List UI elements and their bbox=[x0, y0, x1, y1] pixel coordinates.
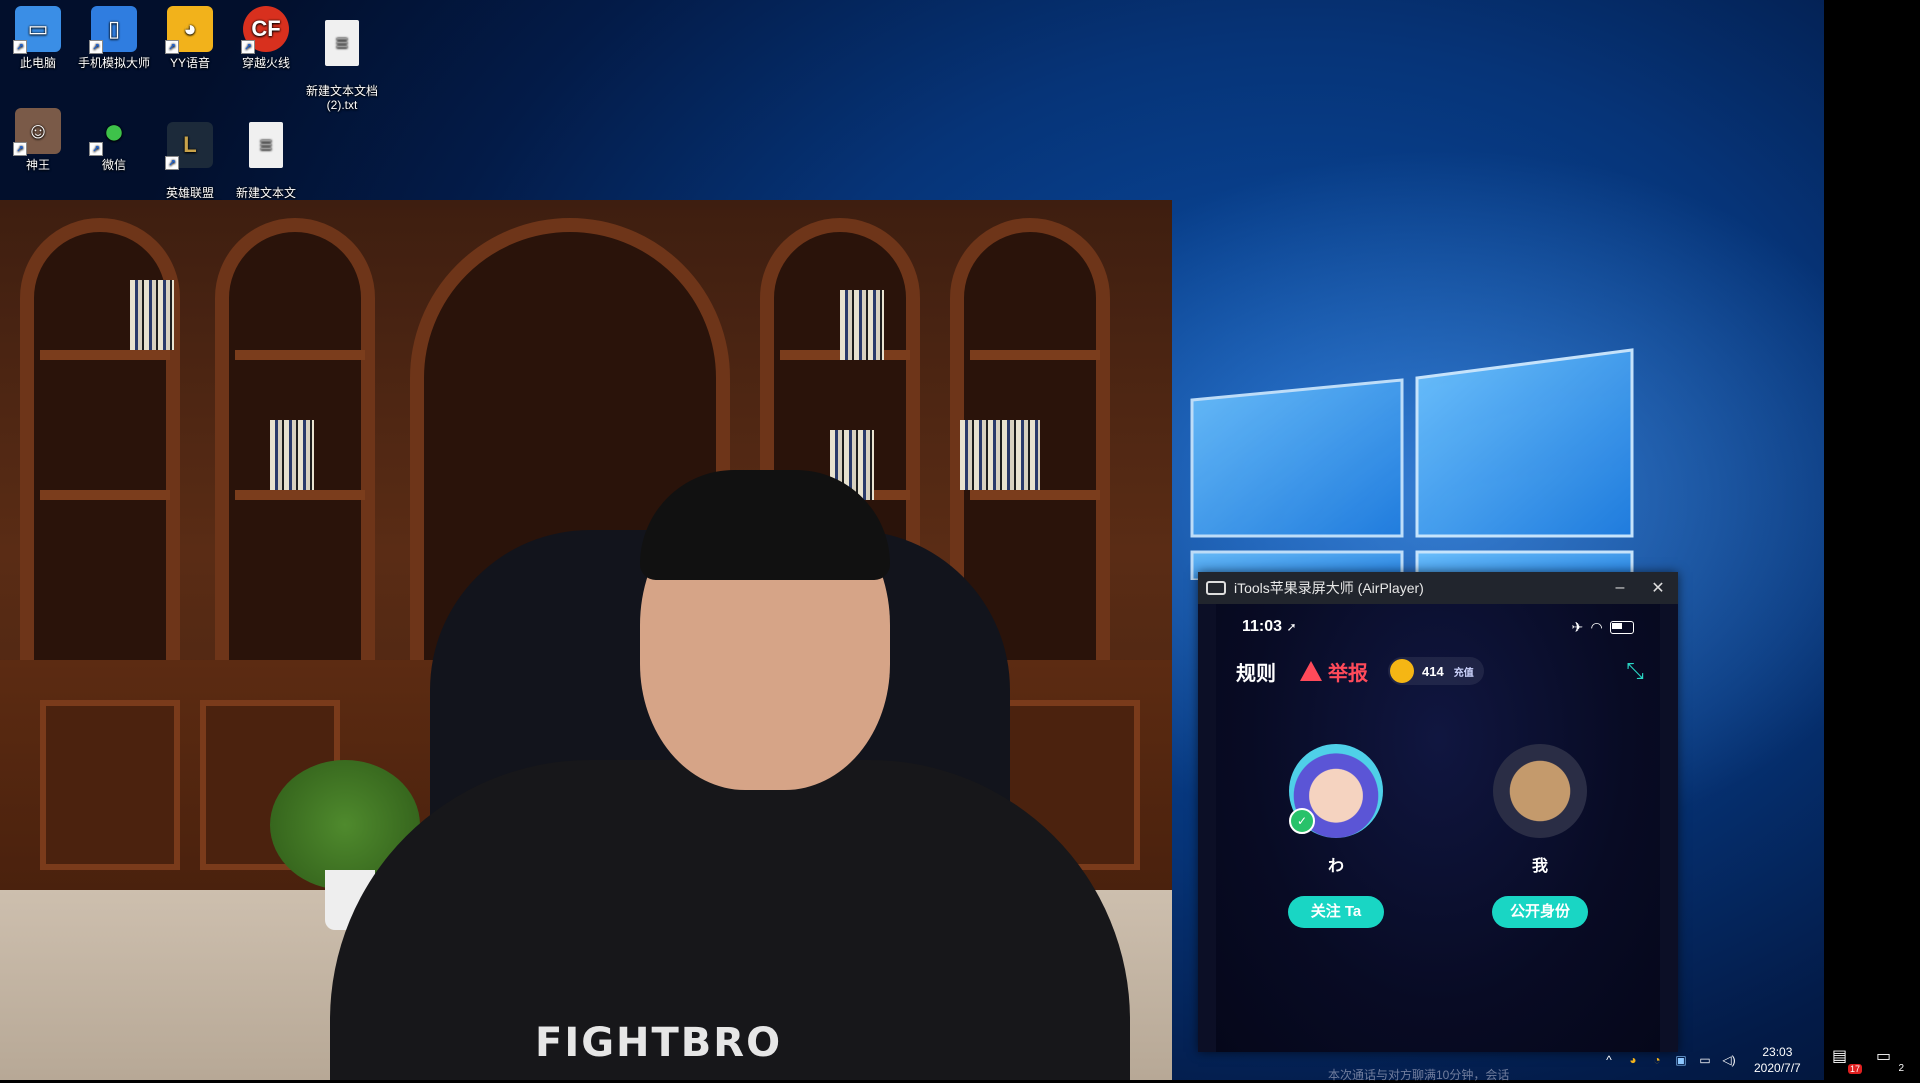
desktop-icon-label: 神王 bbox=[25, 158, 50, 172]
books bbox=[270, 420, 314, 490]
screen-edge-strip bbox=[1824, 0, 1920, 1080]
partner-name: わ bbox=[1327, 858, 1344, 875]
phone-screen: 11:03 ➚ ✈ ◠ 规则 举报 414 充值 ⤡ ✓ わ 关注 Ta 我 公… bbox=[1216, 604, 1660, 1052]
call-hint-text: 本次通话与对方聊满10分钟，会话 bbox=[1328, 1068, 1510, 1082]
self-user-card: 我 公开身份 bbox=[1470, 744, 1610, 928]
taskbar-clock[interactable]: 23:03 2020/7/7 bbox=[1754, 1044, 1801, 1076]
cabinet-door bbox=[40, 700, 180, 870]
crossfire-icon: CF ↗ bbox=[241, 6, 289, 54]
shelf bbox=[40, 350, 170, 360]
shelf bbox=[235, 350, 365, 360]
desktop-icon-god-king[interactable]: ☺ ↗ 神王 bbox=[0, 108, 76, 172]
status-icons: ✈ ◠ bbox=[1571, 619, 1634, 636]
desktop-icon-lol-wegame[interactable]: L↗ 英雄联盟 WeGame版 bbox=[152, 108, 228, 214]
report-label: 举报 bbox=[1328, 662, 1368, 685]
shelf bbox=[235, 490, 365, 500]
call-top-bar: 规则 举报 414 充值 bbox=[1236, 656, 1640, 686]
computer-icon: ▭ ↗ bbox=[13, 6, 61, 54]
wechat-icon: ● ↗ bbox=[89, 108, 137, 156]
coin-balance[interactable]: 414 充值 bbox=[1388, 657, 1484, 685]
partner-avatar[interactable]: ✓ bbox=[1289, 744, 1383, 838]
battery-icon bbox=[1610, 620, 1634, 634]
shelf bbox=[970, 490, 1100, 500]
system-tray: ^ ◕ ◔ ▣ ▭ ◁) 23:03 2020/7/7 bbox=[1600, 1040, 1824, 1080]
text-file-icon: ≡ bbox=[249, 122, 283, 168]
shirt-logo-text: FIGHTBRO bbox=[535, 1020, 783, 1066]
recharge-label: 充值 bbox=[1453, 667, 1474, 679]
coin-count: 414 bbox=[1422, 663, 1444, 679]
minimize-call-icon[interactable]: ⤡ bbox=[1622, 658, 1648, 684]
desktop-icon-label: 穿越火线 bbox=[241, 56, 290, 70]
show-hidden-icons-button[interactable]: ^ bbox=[1600, 1051, 1618, 1069]
follow-button[interactable]: 关注 Ta bbox=[1288, 896, 1384, 928]
clock-time: 23:03 bbox=[1762, 1045, 1793, 1059]
desktop-icon-wechat[interactable]: ● ↗ 微信 bbox=[76, 108, 152, 172]
desktop-icon-phone-emulator[interactable]: ▯ ↗ 手机模拟大师 bbox=[76, 6, 152, 70]
report-button[interactable]: 举报 bbox=[1300, 657, 1368, 686]
desktop-icon-yy-voice[interactable]: ◕ ↗ YY语音 bbox=[152, 6, 228, 70]
books bbox=[840, 290, 884, 360]
desktop-icon-label: 微信 bbox=[101, 158, 126, 172]
webcam-feed: FIGHTBRO bbox=[0, 200, 1172, 1080]
location-icon: ➚ bbox=[1286, 620, 1297, 634]
window-title: iTools苹果录屏大师 (AirPlayer) bbox=[1234, 580, 1424, 596]
phone-emulator-icon: ▯ ↗ bbox=[89, 6, 137, 54]
self-avatar-paperbag[interactable] bbox=[1493, 744, 1587, 838]
window-titlebar[interactable]: iTools苹果录屏大师 (AirPlayer) – ✕ bbox=[1198, 572, 1678, 604]
desktop-icon-label: 新建文本文档 (2).txt bbox=[305, 84, 378, 112]
desktop-icon-crossfire[interactable]: CF ↗ 穿越火线 bbox=[228, 6, 304, 70]
screen-mirror-icon bbox=[1206, 581, 1226, 595]
status-time: 11:03 bbox=[1242, 618, 1283, 635]
action-center-count: 2 bbox=[1898, 1063, 1904, 1074]
shelf bbox=[970, 350, 1100, 360]
notification-count-badge: 17 bbox=[1847, 1064, 1862, 1074]
reveal-identity-button[interactable]: 公开身份 bbox=[1492, 896, 1588, 928]
warning-icon bbox=[1300, 661, 1322, 681]
close-button[interactable]: ✕ bbox=[1640, 572, 1676, 604]
network-icon[interactable]: ▭ bbox=[1696, 1051, 1714, 1069]
windows-logo bbox=[1190, 348, 1634, 580]
self-name: 我 bbox=[1531, 858, 1548, 875]
wifi-icon: ◠ bbox=[1591, 618, 1602, 635]
league-of-legends-icon: L ↗ bbox=[165, 122, 213, 170]
notification-app-icon[interactable]: ▤ 17 bbox=[1832, 1046, 1862, 1074]
desktop-icon-text-file-2[interactable]: ≡ 新建文本文档 (2).txt bbox=[304, 6, 380, 112]
input-method-icon[interactable]: ▣ bbox=[1672, 1051, 1690, 1069]
rules-link[interactable]: 规则 bbox=[1236, 657, 1276, 686]
phone-status-bar: 11:03 ➚ ✈ ◠ bbox=[1242, 616, 1634, 638]
airplane-mode-icon: ✈ bbox=[1571, 618, 1584, 635]
text-file-icon: ≡ bbox=[325, 20, 359, 66]
partner-user-card: ✓ わ 关注 Ta bbox=[1266, 744, 1406, 928]
qq-tray-icon[interactable]: ◔ bbox=[1648, 1051, 1666, 1069]
desktop-icon-label: 手机模拟大师 bbox=[77, 56, 150, 70]
desktop-icon-this-pc[interactable]: ▭ ↗ 此电脑 bbox=[0, 6, 76, 70]
yy-voice-icon: ◕ ↗ bbox=[165, 6, 213, 54]
minimize-button[interactable]: – bbox=[1602, 572, 1638, 604]
desktop-icon-label: 此电脑 bbox=[19, 56, 56, 70]
coin-icon bbox=[1390, 659, 1414, 683]
status-time-group: 11:03 ➚ bbox=[1242, 618, 1297, 636]
yy-tray-icon[interactable]: ◕ bbox=[1624, 1051, 1642, 1069]
itools-airplayer-window[interactable]: iTools苹果录屏大师 (AirPlayer) – ✕ 11:03 ➚ ✈ ◠… bbox=[1198, 572, 1678, 1052]
desktop-icon-label: YY语音 bbox=[169, 56, 210, 70]
desktop-icon-text-file[interactable]: ≡ 新建文本文 档.txt bbox=[228, 108, 304, 214]
shelf bbox=[40, 490, 170, 500]
game-god-king-icon: ☺ ↗ bbox=[13, 108, 61, 156]
clock-date: 2020/7/7 bbox=[1754, 1061, 1801, 1075]
books bbox=[960, 420, 1040, 490]
volume-icon[interactable]: ◁) bbox=[1720, 1051, 1738, 1069]
verified-badge-icon: ✓ bbox=[1289, 808, 1315, 834]
action-center-icon[interactable]: ▭ 2 bbox=[1876, 1046, 1904, 1074]
books bbox=[130, 280, 174, 350]
